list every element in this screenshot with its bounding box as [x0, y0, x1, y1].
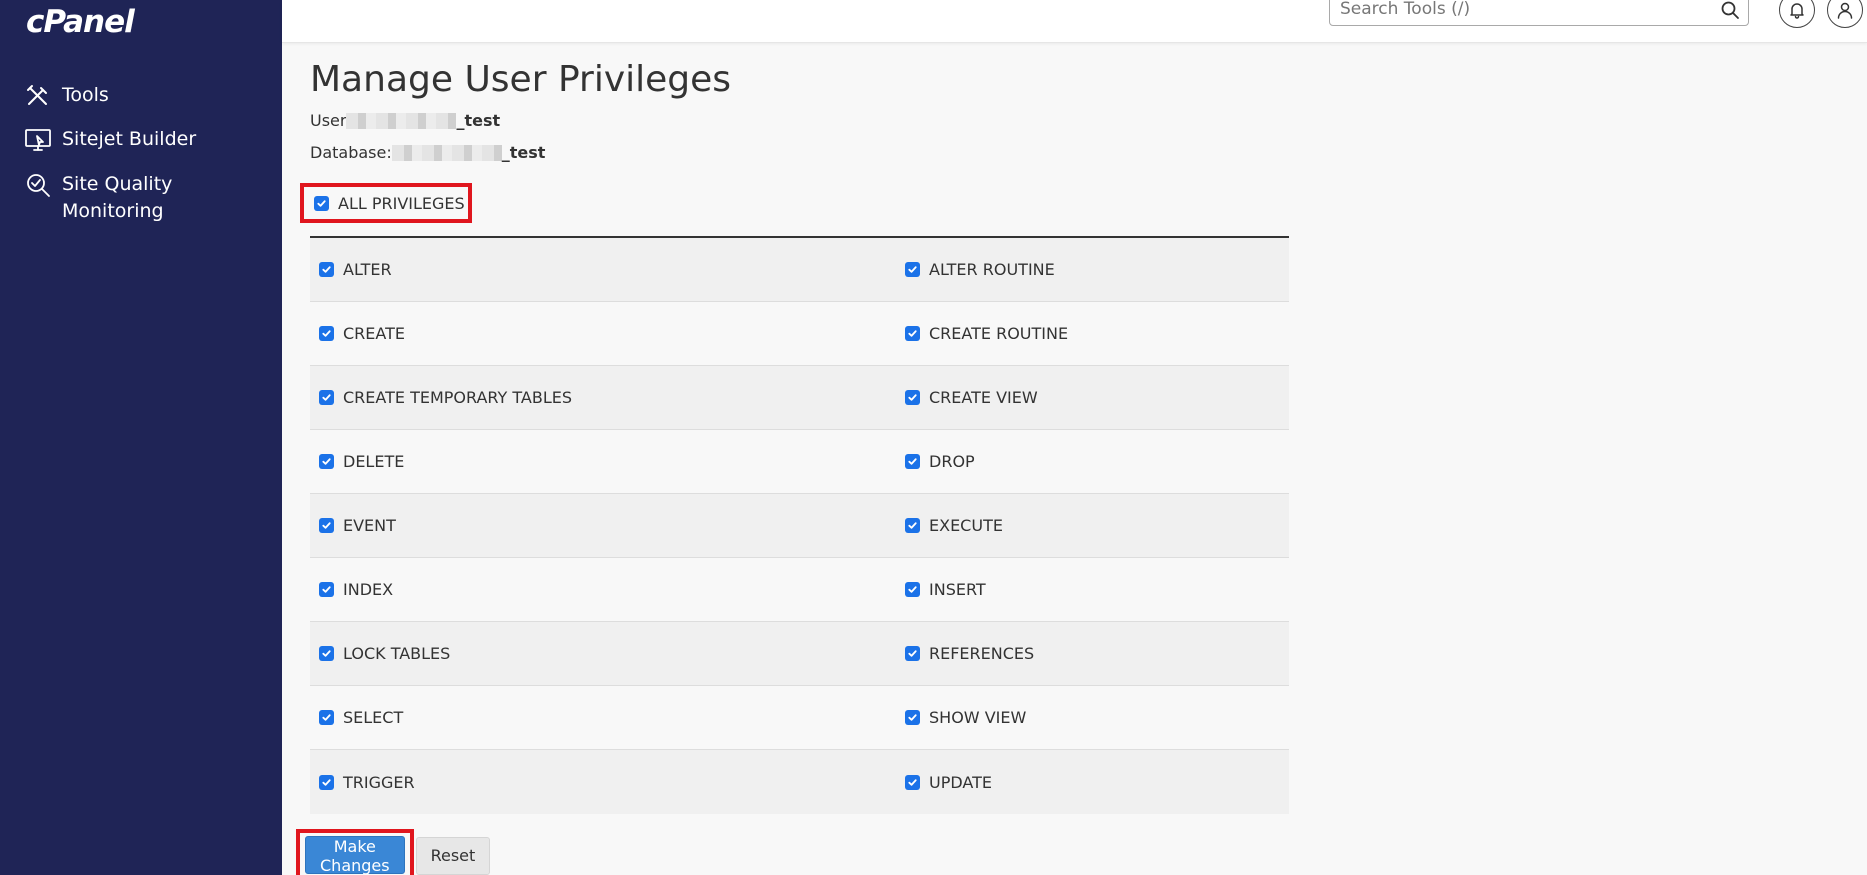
- privilege-checkbox[interactable]: [319, 326, 334, 341]
- privilege-checkbox[interactable]: [905, 390, 920, 405]
- sidebar-item-site-quality-monitoring[interactable]: Site Quality Monitoring: [24, 171, 224, 225]
- privilege-checkbox[interactable]: [905, 710, 920, 725]
- privilege-label: REFERENCES: [929, 644, 1035, 663]
- privilege-checkbox[interactable]: [319, 774, 334, 790]
- make-changes-button[interactable]: Make Changes: [305, 836, 405, 875]
- privilege-event[interactable]: EVENT: [310, 494, 896, 557]
- sidebar-item-tools[interactable]: Tools: [24, 82, 109, 110]
- privileges-table: ALTER ALTER ROUTINE CREATE CREATE ROUTIN…: [310, 236, 1289, 814]
- all-privileges-option[interactable]: ALL PRIVILEGES: [300, 183, 472, 223]
- database-info: Database: _test: [310, 143, 545, 162]
- table-row: TRIGGER UPDATE: [310, 750, 1289, 814]
- privilege-execute[interactable]: EXECUTE: [896, 494, 1289, 557]
- table-row: DELETE DROP: [310, 430, 1289, 494]
- privilege-label: CREATE VIEW: [929, 388, 1038, 407]
- top-header: [282, 0, 1867, 43]
- privilege-index[interactable]: INDEX: [310, 558, 896, 621]
- redacted-username: [346, 112, 457, 129]
- search-input[interactable]: [1330, 0, 1710, 25]
- privilege-checkbox[interactable]: [905, 454, 920, 469]
- page-title: Manage User Privileges: [310, 59, 732, 100]
- form-actions: Make Changes Reset: [296, 829, 491, 875]
- privilege-create-view[interactable]: CREATE VIEW: [896, 366, 1289, 429]
- cpanel-logo[interactable]: cPanel: [26, 4, 135, 40]
- privilege-checkbox[interactable]: [905, 646, 920, 661]
- privilege-update[interactable]: UPDATE: [896, 750, 1289, 814]
- magnifier-check-icon: [27, 174, 50, 197]
- privilege-checkbox[interactable]: [905, 326, 920, 341]
- table-row: CREATE CREATE ROUTINE: [310, 302, 1289, 366]
- privilege-create[interactable]: CREATE: [310, 302, 896, 365]
- tools-icon: [27, 85, 47, 105]
- privilege-label: UPDATE: [929, 772, 992, 792]
- all-privileges-checkbox[interactable]: [314, 195, 329, 211]
- privilege-trigger[interactable]: TRIGGER: [310, 750, 896, 814]
- privilege-label: ALTER ROUTINE: [929, 260, 1055, 279]
- all-privileges-label: ALL PRIVILEGES: [338, 193, 465, 213]
- sidebar: cPanel Tools Sitejet Builder Site Qualit…: [0, 0, 282, 875]
- table-row: EVENT EXECUTE: [310, 494, 1289, 558]
- privilege-checkbox[interactable]: [319, 390, 334, 405]
- privilege-lock-tables[interactable]: LOCK TABLES: [310, 622, 896, 685]
- search-box: [1329, 0, 1749, 26]
- table-row: SELECT SHOW VIEW: [310, 686, 1289, 750]
- privilege-insert[interactable]: INSERT: [896, 558, 1289, 621]
- table-row: INDEX INSERT: [310, 558, 1289, 622]
- privilege-label: DELETE: [343, 452, 405, 471]
- privilege-label: CREATE TEMPORARY TABLES: [343, 388, 572, 407]
- privilege-label: CREATE: [343, 324, 405, 343]
- user-menu-button[interactable]: [1827, 0, 1863, 28]
- privilege-label: SHOW VIEW: [929, 708, 1027, 727]
- privilege-checkbox[interactable]: [319, 518, 334, 533]
- privilege-checkbox[interactable]: [319, 454, 334, 469]
- privilege-checkbox[interactable]: [319, 582, 334, 597]
- privilege-label: ALTER: [343, 260, 392, 279]
- redacted-database: [391, 144, 502, 161]
- privilege-label: EXECUTE: [929, 516, 1003, 535]
- table-row: CREATE TEMPORARY TABLES CREATE VIEW: [310, 366, 1289, 430]
- privilege-label: EVENT: [343, 516, 396, 535]
- database-label: Database:: [310, 143, 392, 162]
- privilege-show-view[interactable]: SHOW VIEW: [896, 686, 1289, 749]
- make-changes-highlight: Make Changes: [296, 829, 414, 875]
- user-icon: [1837, 2, 1853, 19]
- search-icon[interactable]: [1720, 0, 1740, 20]
- privilege-label: DROP: [929, 452, 975, 471]
- notifications-button[interactable]: [1779, 0, 1815, 28]
- privilege-checkbox[interactable]: [319, 262, 334, 277]
- database-value: _test: [501, 143, 546, 162]
- privilege-create-routine[interactable]: CREATE ROUTINE: [896, 302, 1289, 365]
- privilege-references[interactable]: REFERENCES: [896, 622, 1289, 685]
- reset-button[interactable]: Reset: [415, 836, 491, 875]
- user-info: User _test: [310, 111, 500, 130]
- privilege-checkbox[interactable]: [319, 710, 334, 725]
- privilege-checkbox[interactable]: [905, 518, 920, 533]
- user-value: _test: [456, 111, 501, 130]
- privilege-label: INSERT: [929, 580, 986, 599]
- privilege-delete[interactable]: DELETE: [310, 430, 896, 493]
- privilege-select[interactable]: SELECT: [310, 686, 896, 749]
- privilege-create-temporary-tables[interactable]: CREATE TEMPORARY TABLES: [310, 366, 896, 429]
- sidebar-item-label: Tools: [62, 84, 109, 106]
- privilege-checkbox[interactable]: [319, 646, 334, 661]
- monitor-icon: [25, 129, 51, 151]
- bell-icon: [1790, 3, 1804, 19]
- privilege-checkbox[interactable]: [905, 262, 920, 277]
- privilege-label: INDEX: [343, 580, 394, 599]
- privilege-label: CREATE ROUTINE: [929, 324, 1069, 343]
- table-row: ALTER ALTER ROUTINE: [310, 238, 1289, 302]
- privilege-alter-routine[interactable]: ALTER ROUTINE: [896, 238, 1289, 301]
- privilege-checkbox[interactable]: [905, 582, 920, 597]
- sidebar-item-label: Site Quality Monitoring: [62, 173, 173, 222]
- privilege-label: TRIGGER: [343, 772, 415, 792]
- sidebar-item-label: Sitejet Builder: [62, 128, 197, 150]
- sidebar-item-sitejet-builder[interactable]: Sitejet Builder: [24, 126, 196, 154]
- privilege-drop[interactable]: DROP: [896, 430, 1289, 493]
- privilege-alter[interactable]: ALTER: [310, 238, 896, 301]
- privilege-label: LOCK TABLES: [343, 644, 451, 663]
- privilege-label: SELECT: [343, 708, 404, 727]
- privilege-checkbox[interactable]: [905, 774, 920, 790]
- user-label: User: [310, 111, 347, 130]
- table-row: LOCK TABLES REFERENCES: [310, 622, 1289, 686]
